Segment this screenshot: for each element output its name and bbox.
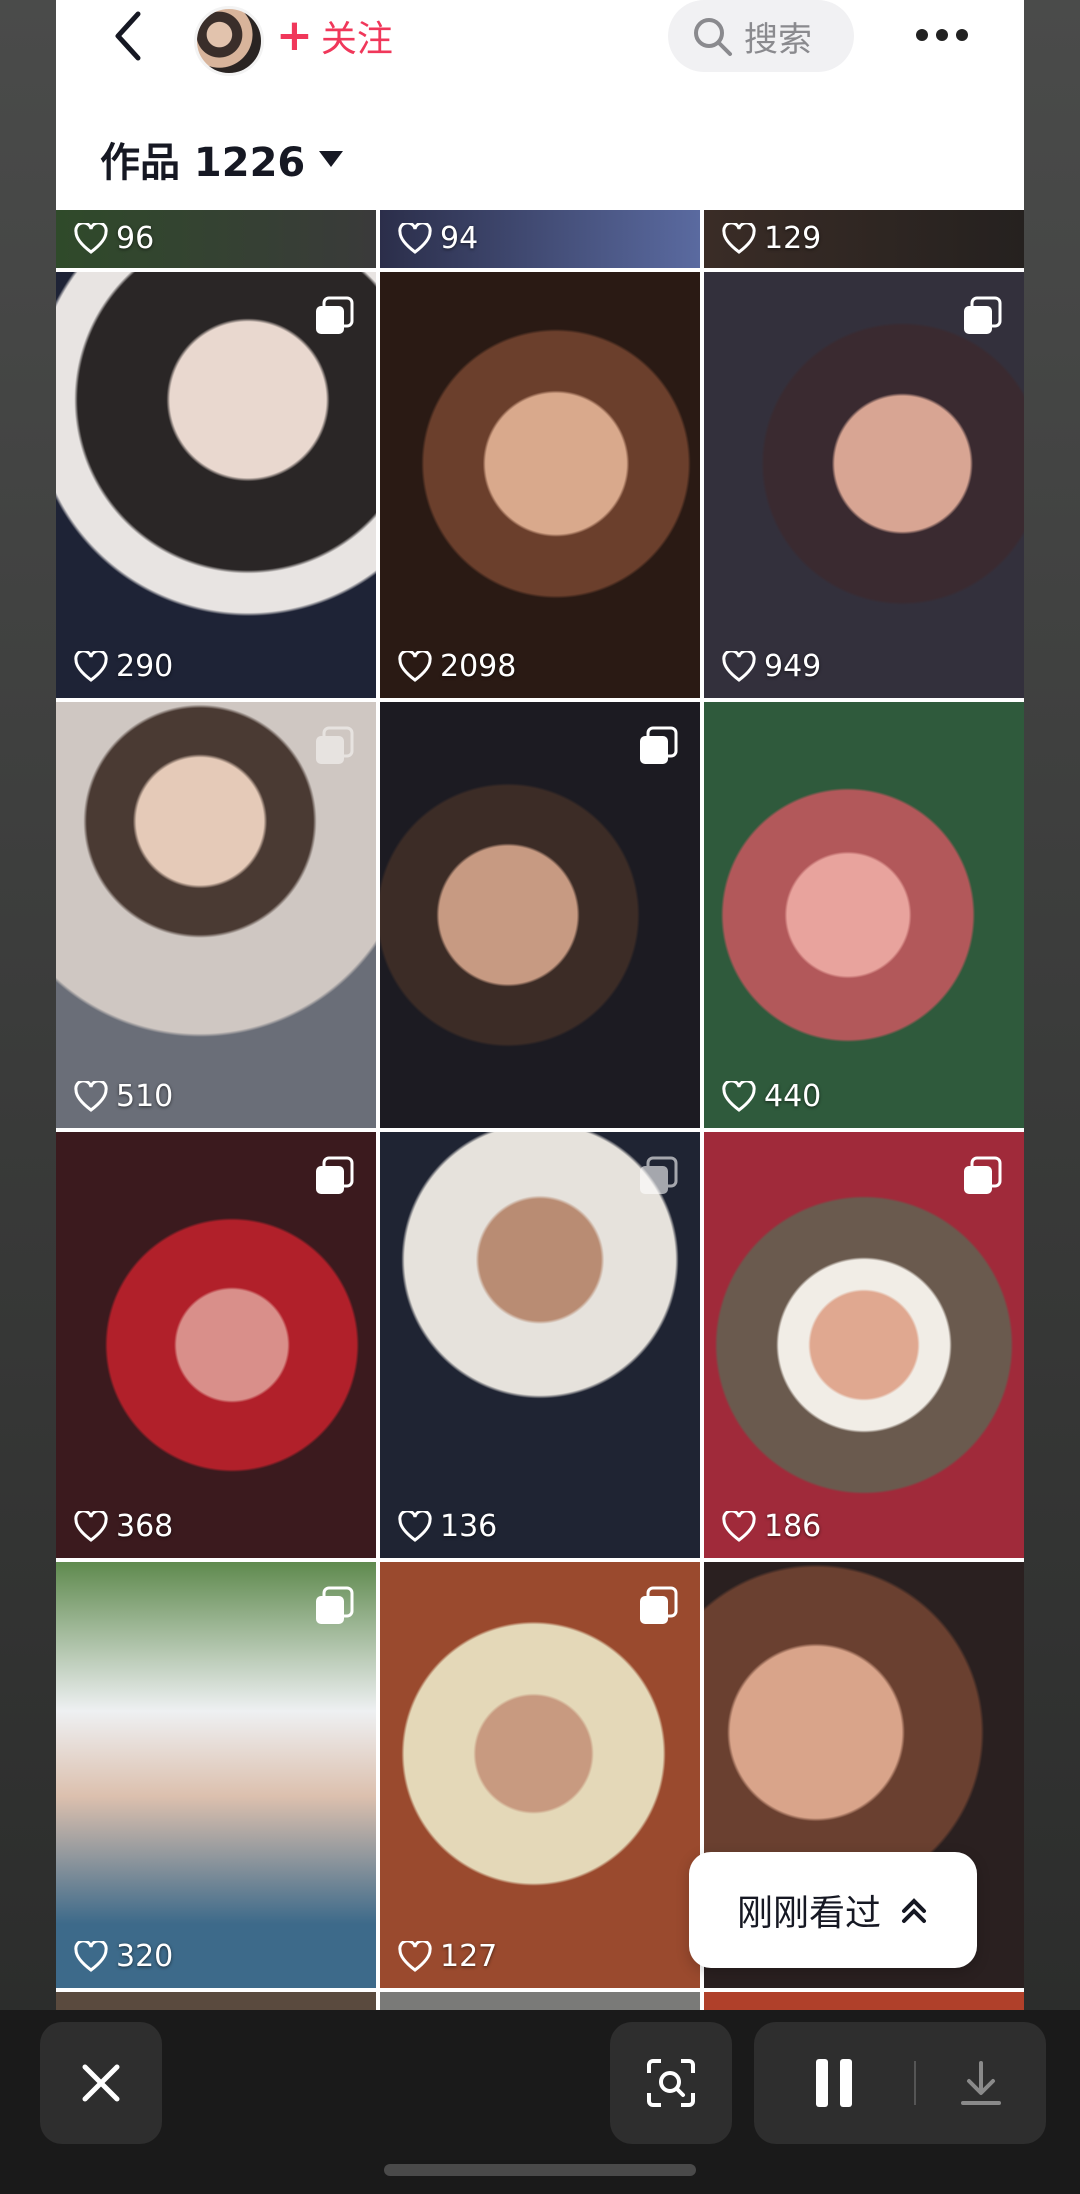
multi-image-icon — [640, 726, 678, 764]
top-bar: + 关注 搜索 作品 1226 — [56, 0, 1024, 210]
works-tab[interactable]: 作品 1226 — [100, 130, 344, 188]
playback-controls — [754, 2022, 1046, 2144]
video-tile[interactable]: 440 — [704, 702, 1024, 1128]
download-icon — [961, 2061, 1001, 2105]
video-tile[interactable]: 290 — [56, 272, 376, 698]
like-count: 290 — [74, 649, 173, 684]
heart-icon — [74, 1080, 108, 1112]
video-tile[interactable]: 96 — [56, 210, 376, 268]
like-count: 368 — [74, 1509, 173, 1544]
more-icon[interactable] — [916, 20, 976, 50]
close-icon — [82, 2064, 120, 2102]
like-count: 320 — [74, 1939, 173, 1974]
heart-icon — [722, 1080, 756, 1112]
like-count: 94 — [398, 221, 478, 256]
profile-screen: + 关注 搜索 作品 1226 96 94 129 290 2098 949 5… — [56, 0, 1024, 2010]
video-tile[interactable]: 129 — [704, 210, 1024, 268]
video-tile[interactable]: 127 — [380, 1562, 700, 1988]
heart-icon — [398, 1510, 432, 1542]
like-count: 510 — [74, 1079, 173, 1114]
follow-label: 关注 — [320, 19, 393, 60]
like-count: 440 — [722, 1079, 821, 1114]
chevron-up-icon — [902, 1898, 926, 1923]
screen-left-margin — [0, 0, 56, 2010]
like-count: 129 — [722, 221, 821, 256]
video-tile[interactable]: 320 — [56, 1562, 376, 1988]
recently-viewed-label: 刚刚看过 — [736, 1893, 881, 1934]
video-tile[interactable]: 510 — [56, 702, 376, 1128]
heart-icon — [74, 650, 108, 682]
multi-image-icon — [640, 1156, 678, 1194]
multi-image-icon — [316, 1156, 354, 1194]
heart-icon — [74, 222, 108, 254]
like-count: 949 — [722, 649, 821, 684]
video-tile[interactable]: 2098 — [380, 272, 700, 698]
player-controls-bar — [0, 2010, 1080, 2194]
multi-image-icon — [316, 296, 354, 334]
works-label: 作品 1226 — [100, 140, 306, 186]
multi-image-icon — [316, 726, 354, 764]
video-tile[interactable]: 136 — [380, 1132, 700, 1558]
video-grid: 96 94 129 290 2098 949 510 440 368 136 1… — [56, 210, 1024, 2010]
search-icon — [694, 18, 732, 56]
like-count: 127 — [398, 1939, 497, 1974]
scan-icon — [647, 2059, 695, 2107]
home-indicator — [384, 2164, 696, 2176]
video-tile[interactable]: 949 — [704, 272, 1024, 698]
video-tile[interactable] — [56, 1992, 376, 2010]
video-tile[interactable] — [380, 1992, 700, 2010]
heart-icon — [722, 650, 756, 682]
like-count: 186 — [722, 1509, 821, 1544]
video-tile[interactable]: 94 — [380, 210, 700, 268]
pause-button[interactable] — [754, 2022, 914, 2144]
like-count: 136 — [398, 1509, 497, 1544]
video-tile[interactable]: 186 — [704, 1132, 1024, 1558]
heart-icon — [398, 1940, 432, 1972]
heart-icon — [74, 1510, 108, 1542]
recently-viewed-button[interactable]: 刚刚看过 — [689, 1852, 977, 1968]
plus-icon: + — [276, 10, 313, 61]
multi-image-icon — [316, 1586, 354, 1624]
pause-icon — [816, 2059, 852, 2107]
video-tile[interactable] — [704, 1992, 1024, 2010]
search-placeholder: 搜索 — [744, 19, 812, 60]
heart-icon — [722, 1510, 756, 1542]
video-tile[interactable] — [380, 702, 700, 1128]
search-box[interactable]: 搜索 — [668, 0, 854, 72]
heart-icon — [398, 650, 432, 682]
caret-down-icon — [319, 151, 344, 167]
scan-button[interactable] — [610, 2022, 732, 2144]
multi-image-icon — [964, 296, 1002, 334]
like-count: 96 — [74, 221, 154, 256]
download-button[interactable] — [916, 2022, 1046, 2144]
back-icon[interactable] — [100, 6, 160, 66]
video-tile[interactable]: 368 — [56, 1132, 376, 1558]
heart-icon — [398, 222, 432, 254]
heart-icon — [722, 222, 756, 254]
multi-image-icon — [964, 1156, 1002, 1194]
follow-button[interactable]: + 关注 — [266, 0, 403, 72]
heart-icon — [74, 1940, 108, 1972]
like-count: 2098 — [398, 649, 516, 684]
screen-right-margin — [1024, 0, 1080, 2010]
multi-image-icon — [640, 1586, 678, 1624]
close-button[interactable] — [40, 2022, 162, 2144]
avatar[interactable] — [194, 6, 264, 76]
